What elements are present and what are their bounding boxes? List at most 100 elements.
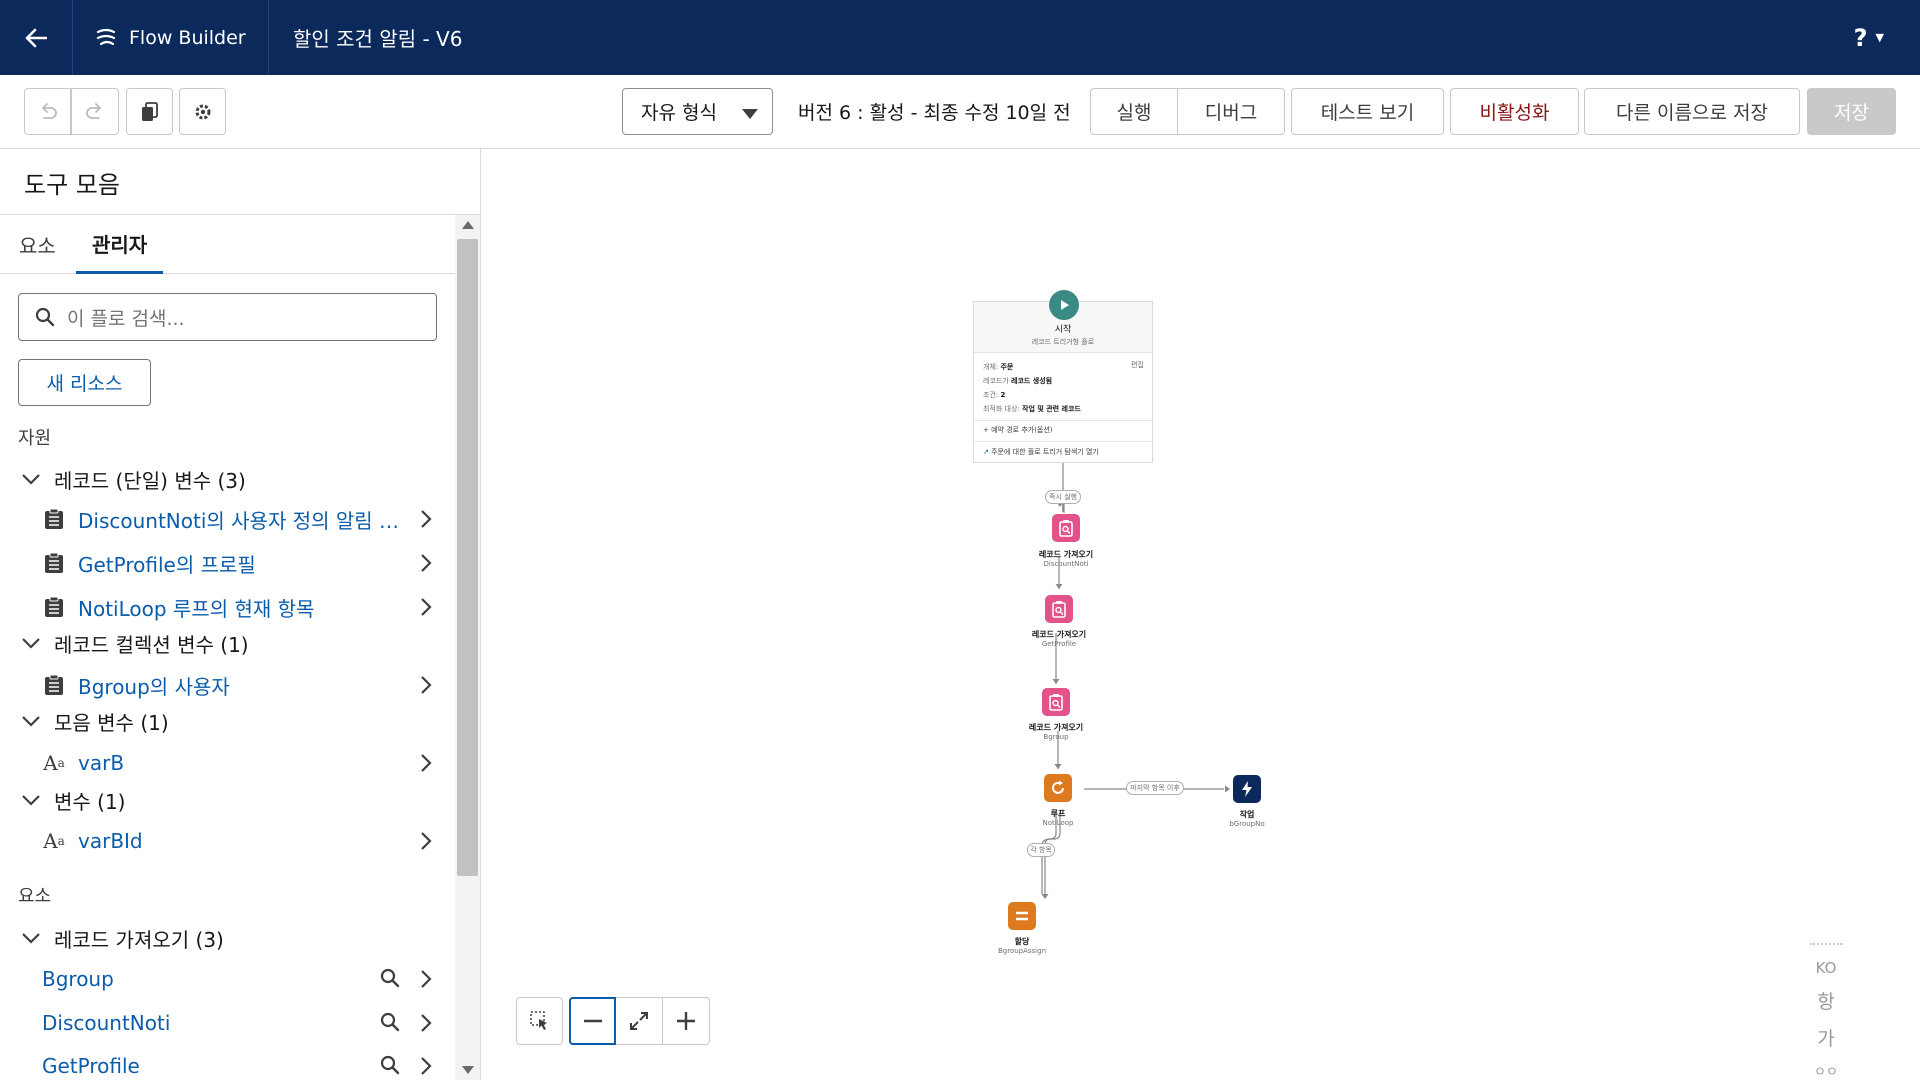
divider <box>1810 943 1842 945</box>
chevron-down-icon <box>22 474 40 485</box>
element-label: Bgroup <box>42 967 114 991</box>
marquee-select-icon <box>529 1011 547 1030</box>
resource-item[interactable]: GetProfile의 프로필 <box>42 545 442 581</box>
resource-label: DiscountNoti의 사용자 정의 알림 유형 <box>78 508 408 533</box>
group-record-collection[interactable]: 레코드 컬렉션 변수 (1) <box>20 628 249 658</box>
version-info: 버전 6 : 활성 - 최종 수정 10일 전 <box>798 102 1071 124</box>
group-get-records[interactable]: 레코드 가져오기 (3) <box>20 923 224 953</box>
get-records-node-icon[interactable] <box>1042 688 1070 716</box>
view-tests-button[interactable]: 테스트 보기 <box>1291 88 1444 135</box>
panel-scrollbar[interactable] <box>455 215 480 1080</box>
dropdown-arrow-icon <box>742 109 758 119</box>
resource-label: varB <box>78 751 125 775</box>
scroll-thumb[interactable] <box>457 239 478 876</box>
debug-button[interactable]: 디버그 <box>1177 88 1285 135</box>
expand-icon <box>630 1012 648 1030</box>
resource-item[interactable]: Bgroup의 사용자 <box>42 667 442 703</box>
resource-item[interactable]: Aa varBId <box>42 823 442 859</box>
resources-heading: 자원 <box>18 428 52 449</box>
chevron-right-icon <box>421 554 432 572</box>
lang-more[interactable]: ㅇㅇ <box>1804 1061 1848 1080</box>
language-switcher[interactable]: KO 항 가 ㅇㅇ <box>1804 943 1848 1090</box>
group-collection-vars[interactable]: 모음 변수 (1) <box>20 706 169 736</box>
group-label: 레코드 가져오기 (3) <box>54 927 224 952</box>
resource-item[interactable]: DiscountNoti의 사용자 정의 알림 유형 <box>42 501 442 537</box>
elements-heading: 요소 <box>18 886 52 907</box>
node-label: 작업 bGroupNo <box>1229 810 1265 828</box>
open-trigger-explorer[interactable]: ↗ 주문에 대한 플로 트리거 탐색기 열기 <box>983 447 1099 457</box>
select-mode-button[interactable] <box>516 997 563 1045</box>
get-records-node-icon[interactable] <box>1052 514 1080 542</box>
chevron-right-icon <box>421 970 432 988</box>
get-records-node-icon[interactable] <box>1045 595 1073 623</box>
search-icon[interactable] <box>380 968 400 988</box>
tab-elements[interactable]: 요소 <box>19 215 56 274</box>
flow-title: 할인 조건 알림 - V6 <box>293 27 463 51</box>
chevron-right-icon <box>421 1057 432 1075</box>
element-item[interactable]: DiscountNoti <box>42 1005 442 1041</box>
zoom-out-button[interactable] <box>569 997 616 1045</box>
resource-item[interactable]: Aa varB <box>42 745 442 781</box>
save-as-button[interactable]: 다른 이름으로 저장 <box>1584 88 1800 135</box>
help-menu-button[interactable]: ? ▼ <box>1854 0 1884 75</box>
scroll-down-arrow-icon[interactable] <box>462 1066 474 1074</box>
assignment-node-icon[interactable] <box>1008 902 1036 930</box>
fit-view-button[interactable] <box>616 997 663 1045</box>
back-button[interactable] <box>0 0 73 75</box>
node-label: 레코드 가져오기 GetProfile <box>1031 630 1087 648</box>
zoom-in-button[interactable] <box>663 997 710 1045</box>
chevron-right-icon <box>421 1014 432 1032</box>
lang-hanja[interactable]: 항 <box>1804 987 1848 1014</box>
group-record-single[interactable]: 레코드 (단일) 변수 (3) <box>20 464 246 494</box>
copy-button[interactable] <box>126 88 173 135</box>
external-link-icon: ↗ <box>983 448 989 456</box>
for-each-item-label: 각 항목 <box>1027 843 1055 857</box>
new-resource-button[interactable]: 새 리소스 <box>18 359 151 406</box>
search-icon[interactable] <box>380 1055 400 1075</box>
settings-button[interactable] <box>179 88 226 135</box>
resource-item[interactable]: NotiLoop 루프의 현재 항목 <box>42 589 442 625</box>
chevron-right-icon <box>421 676 432 694</box>
group-label: 레코드 (단일) 변수 (3) <box>54 468 246 493</box>
start-subtitle: 레코드 트리거형 플로 <box>1031 338 1095 346</box>
toolbar: 자유 형식 버전 6 : 활성 - 최종 수정 10일 전 실행 디버그 테스트… <box>0 75 1920 149</box>
caret-down-icon: ▼ <box>1875 31 1884 44</box>
chevron-down-icon <box>22 795 40 806</box>
chevron-down-icon <box>22 638 40 649</box>
node-label: 할당 BgroupAssign <box>997 937 1047 955</box>
group-label: 모음 변수 (1) <box>54 710 169 735</box>
loop-node-icon[interactable] <box>1044 774 1072 802</box>
help-icon: ? <box>1853 23 1868 52</box>
element-item[interactable]: GetProfile <box>42 1048 442 1084</box>
deactivate-button[interactable]: 비활성화 <box>1450 88 1579 135</box>
top-nav: Flow Builder 할인 조건 알림 - V6 ? ▼ <box>0 0 1920 75</box>
undo-button[interactable] <box>24 88 71 135</box>
plus-icon: + <box>983 426 989 434</box>
search-icon[interactable] <box>380 1012 400 1032</box>
save-button[interactable]: 저장 <box>1807 88 1896 135</box>
run-button[interactable]: 실행 <box>1090 88 1178 135</box>
text-variable-icon: Aa <box>43 829 65 853</box>
add-scheduled-path[interactable]: + 예약 경로 추가(옵션) <box>983 425 1053 435</box>
tab-manager[interactable]: 관리자 <box>76 215 164 274</box>
toolbox-panel: 도구 모음 요소 관리자 이 플로 검색... 새 리소스 자원 레코드 (단일… <box>0 149 481 1080</box>
group-vars[interactable]: 변수 (1) <box>20 785 126 815</box>
scroll-up-arrow-icon[interactable] <box>462 221 474 229</box>
start-element[interactable]: 시작 레코드 트리거형 플로 개체: 주문 레코드가 레코드 생성됨 조건: 2… <box>973 290 1153 463</box>
minus-icon <box>583 1019 602 1023</box>
layout-mode-select[interactable]: 자유 형식 <box>622 88 773 135</box>
resource-label: GetProfile의 프로필 <box>78 552 256 577</box>
search-input[interactable]: 이 플로 검색... <box>18 293 437 341</box>
lang-hangul[interactable]: 가 <box>1804 1024 1848 1051</box>
start-edit-link[interactable]: 편집 <box>1131 360 1144 370</box>
lang-ko[interactable]: KO <box>1804 959 1848 977</box>
element-label: DiscountNoti <box>42 1011 171 1035</box>
redo-button[interactable] <box>71 88 119 135</box>
flow-connectors <box>1041 463 1230 899</box>
action-node-icon[interactable] <box>1233 775 1261 803</box>
flow-canvas[interactable]: 시작 레코드 트리거형 플로 개체: 주문 레코드가 레코드 생성됨 조건: 2… <box>482 149 1920 1080</box>
record-icon <box>42 673 66 697</box>
element-item[interactable]: Bgroup <box>42 961 442 997</box>
record-icon <box>42 595 66 619</box>
after-last-item-label: 마지막 항목 이후 <box>1126 781 1184 795</box>
